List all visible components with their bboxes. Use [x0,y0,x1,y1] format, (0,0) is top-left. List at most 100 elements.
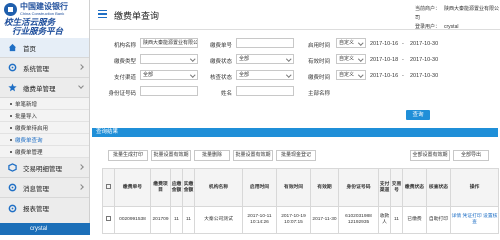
row-checkbox[interactable] [106,216,111,221]
header-info: 当前商户： 陕西大秦能源置业有限公司 登录用户： crystal [415,5,500,32]
table-header[interactable]: 实缴金额 [182,168,195,207]
pay-time-to[interactable]: 2017-10-30 [410,73,438,79]
sidebar-item-label: 系统管理 [23,65,49,73]
footer-username: crystal [30,226,48,232]
brand-header: 中国建设银行 China Construction Bank 校生活云服务 行业… [0,0,89,38]
type-select[interactable] [140,54,198,64]
table-cell: 收款人 [378,206,391,234]
user-value: crystal [444,24,459,30]
all-set-validity-button[interactable]: 全部设置有效期 [410,150,450,161]
pay-time-select[interactable]: 自定义 [336,70,366,80]
sidebar-item-transactions[interactable]: 交易明细管理 [0,158,89,178]
pay-channel-select[interactable]: 全部 [140,70,198,80]
chevron-right-icon [78,184,84,190]
table-cell: 2017-10-19 10:07:15 [276,206,311,234]
sidebar-subitem-single-add[interactable]: 单笔新增 [0,98,89,110]
table-header[interactable]: 交易号 [390,168,403,207]
verify-status-label: 核查状态 [209,75,232,81]
row-actions[interactable]: 详情 凭证打印 设置核查 [450,206,499,234]
table-cell: 2017-11-30 [310,206,339,234]
start-time-to[interactable]: 2017-10-30 [410,41,438,47]
start-time-select[interactable]: 自定义 [336,38,366,48]
results-header: 查询结果 [92,128,498,137]
batch-generate-print-button[interactable]: 批量生成打印 [108,150,148,161]
table-cell: 6102031988 12192935 [338,206,379,234]
table-header[interactable]: 缴费单号 [114,168,151,207]
sidebar-item-label: 首页 [23,45,36,53]
start-time-sep: - [402,41,404,47]
table-header[interactable]: 身份证号码 [338,168,379,207]
gear-icon [8,63,17,72]
form-row: 身份证号码 姓名 主部名称 [92,84,500,100]
sidebar-user-footer[interactable]: crystal [0,223,90,235]
table-header[interactable]: 有效期 [310,168,339,207]
verify-status-select[interactable]: 全部 [236,70,294,80]
sidebar-subitem-query[interactable]: 缴费单查询 [0,134,89,146]
sidebar-subitem-manage[interactable]: 缴费单管理 [0,146,89,158]
current-org-label: 当前商户： [415,6,441,12]
select-all-checkbox[interactable] [106,183,111,189]
select-all-cell[interactable] [102,168,115,207]
table-header[interactable]: 核查状态 [426,168,451,207]
org-input[interactable]: 陕西大秦能源置业有限公司 [140,38,198,48]
type-label: 缴费类型 [113,59,136,65]
sidebar-item-label: 报表管理 [23,206,49,213]
valid-time-from[interactable]: 2017-10-18 [370,57,398,63]
table-header[interactable]: 支付渠道 [378,168,391,207]
table-cell: 自助打印 [426,206,451,234]
sidebar-subitem-pending[interactable]: 缴费单待启用 [0,122,89,134]
sidebar-item-label: 缴费单管理 [23,85,56,93]
table-header[interactable]: 机构名称 [194,168,243,207]
table-header[interactable]: 启用时间 [242,168,277,207]
cube-icon [8,163,17,172]
gear-icon [8,204,17,212]
table-cell: 201709 [150,206,171,234]
star-icon [8,83,17,92]
valid-time-label: 有效时间 [307,59,330,65]
valid-time-to[interactable]: 2017-10-30 [410,57,438,63]
menu-icon[interactable] [98,10,107,18]
batch-set-validity-button[interactable]: 批量设置有效期 [151,150,191,161]
batch-set-validity-button-2[interactable]: 批量设置有效期 [233,150,273,161]
home-icon [8,43,17,52]
start-time-from[interactable]: 2017-10-16 [370,41,398,47]
top-header: 缴费单查询 当前商户： 陕西大秦能源置业有限公司 登录用户： crystal [90,0,500,30]
sidebar-item-bill-manage[interactable]: 缴费单管理 [0,78,89,98]
valid-time-select[interactable]: 自定义 [336,54,366,64]
gear-icon [8,183,17,192]
table-cell: 大秦公司测试 [194,206,243,234]
form-row: 缴费类型 缴费状态 全部 有效时间 自定义 2017-10-18 - 2017-… [92,52,500,68]
status-label: 缴费状态 [209,59,232,65]
status-select[interactable]: 全部 [236,54,294,64]
sidebar-item-reports[interactable]: 报表管理 [0,198,89,218]
name-label: 姓名 [220,91,232,97]
bill-no-label: 缴费单号 [209,43,232,49]
table-header[interactable]: 缴费状态 [402,168,427,207]
pay-time-from[interactable]: 2017-10-16 [370,73,398,79]
pay-time-sep: - [402,73,404,79]
main-org-label: 主部名称 [307,91,330,97]
batch-delete-button[interactable]: 批量删除 [194,150,230,161]
sidebar-item-system[interactable]: 系统管理 [0,58,89,78]
bill-no-input[interactable] [236,38,294,48]
name-input[interactable] [236,86,294,96]
table-header[interactable]: 有效时间 [276,168,311,207]
batch-cash-register-button[interactable]: 批量现金登记 [276,150,316,161]
table-header[interactable]: 应缴金额 [170,168,183,207]
sidebar-item-home[interactable]: 首页 [0,38,89,58]
ccb-logo-icon [4,3,17,16]
sidebar-item-messages[interactable]: 消息管理 [0,178,89,198]
table-header[interactable]: 缴费项目 [150,168,171,207]
start-time-label: 启用时间 [307,43,330,49]
chevron-right-icon [78,164,84,170]
sidebar-subitem-batch-import[interactable]: 批量导入 [0,110,89,122]
table-cell: 11 [390,206,403,234]
id-input[interactable] [140,86,198,96]
query-button[interactable]: 查询 [406,110,430,120]
table-cell: 0020991538 [114,206,151,234]
row-select-cell[interactable] [102,206,115,234]
chevron-right-icon [78,64,84,70]
export-all-button[interactable]: 全部导出 [453,150,489,161]
table-cell: 2017-10-11 10:14:26 [242,206,277,234]
chevron-down-icon [78,83,84,89]
